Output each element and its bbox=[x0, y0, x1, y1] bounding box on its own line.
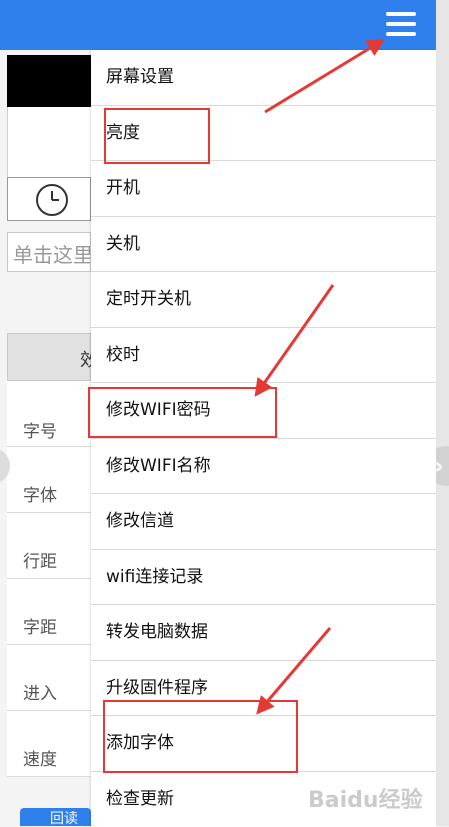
preview-panel bbox=[7, 107, 92, 177]
top-app-bar bbox=[0, 0, 436, 50]
settings-row-font[interactable]: 字体 bbox=[7, 447, 91, 513]
hamburger-menu-icon[interactable] bbox=[386, 12, 416, 38]
effect-section-header: 效 bbox=[7, 333, 91, 381]
right-edge-strip bbox=[436, 0, 449, 826]
menu-item-scheduled-power[interactable]: 定时开关机 bbox=[91, 272, 436, 328]
clock-button[interactable] bbox=[7, 177, 91, 221]
highlight-box-add-font bbox=[103, 700, 298, 773]
settings-row-line-spacing[interactable]: 行距 bbox=[7, 513, 91, 579]
menu-item-time-sync[interactable]: 校时 bbox=[91, 328, 436, 384]
highlight-box-brightness bbox=[104, 108, 210, 164]
menu-item-power-off[interactable]: 关机 bbox=[91, 217, 436, 273]
menu-item-change-channel[interactable]: 修改信道 bbox=[91, 494, 436, 550]
settings-list: 字号 字体 行距 字距 进入 速度 bbox=[7, 381, 91, 777]
menu-item-forward-pc-data[interactable]: 转发电脑数据 bbox=[91, 605, 436, 661]
settings-row-speed[interactable]: 速度 bbox=[7, 711, 91, 777]
settings-row-font-size[interactable]: 字号 bbox=[7, 381, 91, 447]
preview-screen bbox=[7, 55, 91, 107]
read-back-button[interactable]: 回读 bbox=[20, 808, 91, 826]
menu-item-power-on[interactable]: 开机 bbox=[91, 161, 436, 217]
menu-item-wifi-history[interactable]: wifi连接记录 bbox=[91, 550, 436, 606]
text-input[interactable]: 单击这里 bbox=[7, 232, 91, 272]
menu-item-change-wifi-name[interactable]: 修改WIFI名称 bbox=[91, 439, 436, 495]
menu-item-screen-settings[interactable]: 屏幕设置 bbox=[91, 50, 436, 106]
clock-icon bbox=[34, 183, 70, 217]
highlight-box-wifi-password bbox=[88, 387, 277, 438]
watermark-logo: Baidu经验 bbox=[308, 782, 423, 814]
settings-row-char-spacing[interactable]: 字距 bbox=[7, 579, 91, 645]
settings-row-enter[interactable]: 进入 bbox=[7, 645, 91, 711]
